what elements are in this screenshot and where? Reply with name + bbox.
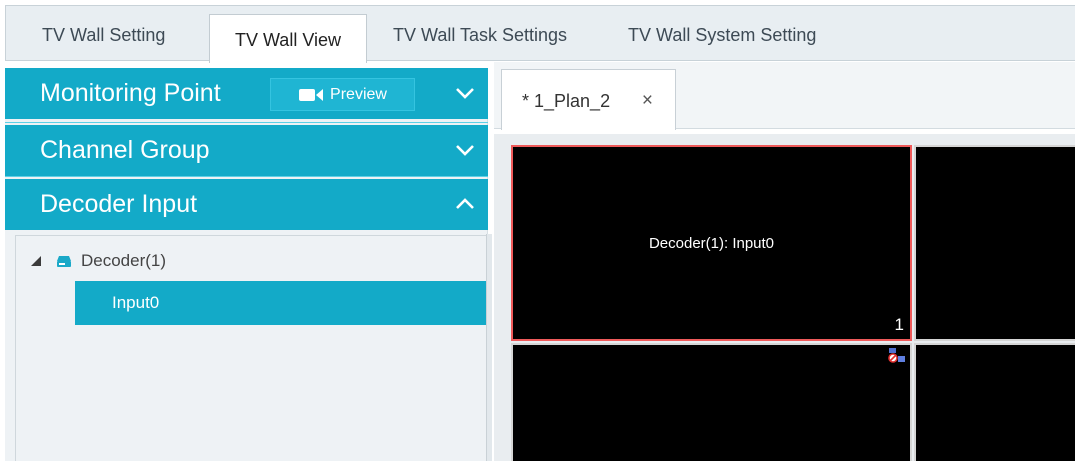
tv-wall-grid: Decoder(1): Input0 1 — [494, 134, 1075, 461]
decoder-tree: Decoder(1) Input0 — [15, 235, 489, 461]
tree-node-input[interactable]: Input0 — [75, 281, 489, 325]
plan-tab-label: * 1_Plan_2 — [522, 91, 611, 111]
tab-tv-wall-task-settings[interactable]: TV Wall Task Settings — [393, 6, 567, 61]
preview-button-label: Preview — [330, 86, 387, 103]
plan-tab-strip: * 1_Plan_2 × — [494, 62, 1075, 130]
wall-screen-4[interactable] — [914, 343, 1075, 461]
wall-screen-2[interactable] — [914, 145, 1075, 341]
tab-tv-wall-view[interactable]: TV Wall View — [209, 14, 367, 63]
wall-screen-3[interactable] — [511, 343, 912, 461]
decoder-input-title: Decoder Input — [40, 190, 198, 218]
left-panel: Monitoring Point Preview Channel Group D… — [5, 68, 492, 461]
close-icon[interactable]: × — [642, 70, 653, 132]
accordion-decoder-input[interactable]: Decoder Input — [5, 179, 488, 230]
tab-tv-wall-setting[interactable]: TV Wall Setting — [42, 6, 165, 61]
accordion-channel-group[interactable]: Channel Group — [5, 125, 488, 176]
tree-scrollbar[interactable] — [486, 234, 492, 461]
channel-group-title: Channel Group — [40, 136, 210, 164]
top-tab-bar: TV Wall Setting TV Wall View TV Wall Tas… — [5, 5, 1075, 63]
video-camera-icon — [299, 88, 324, 101]
decoder-icon — [57, 256, 71, 267]
screen-source-label: Decoder(1): Input0 — [648, 235, 775, 252]
tree-node-decoder[interactable]: Decoder(1) — [16, 239, 487, 283]
stream-disconnected-icon — [888, 348, 905, 363]
tv-wall-view-area: * 1_Plan_2 × Decoder(1): Input0 1 — [494, 62, 1075, 461]
plan-tab[interactable]: * 1_Plan_2 × — [501, 69, 676, 130]
chevron-down-icon[interactable] — [454, 82, 476, 104]
accordion-monitoring-point[interactable]: Monitoring Point Preview — [5, 68, 488, 119]
screen-number: 1 — [894, 315, 904, 334]
decoder-label: Decoder(1) — [81, 251, 167, 270]
monitoring-point-title: Monitoring Point — [40, 79, 221, 107]
tab-tv-wall-system-setting[interactable]: TV Wall System Setting — [628, 6, 816, 61]
chevron-up-icon[interactable] — [454, 193, 476, 215]
preview-button[interactable]: Preview — [270, 78, 415, 111]
divider — [5, 122, 488, 123]
chevron-down-icon[interactable] — [454, 139, 476, 161]
wall-screen-1[interactable]: Decoder(1): Input0 1 — [511, 145, 912, 341]
expand-triangle-icon[interactable] — [30, 255, 42, 267]
input-label: Input0 — [112, 293, 160, 312]
divider — [5, 176, 488, 177]
